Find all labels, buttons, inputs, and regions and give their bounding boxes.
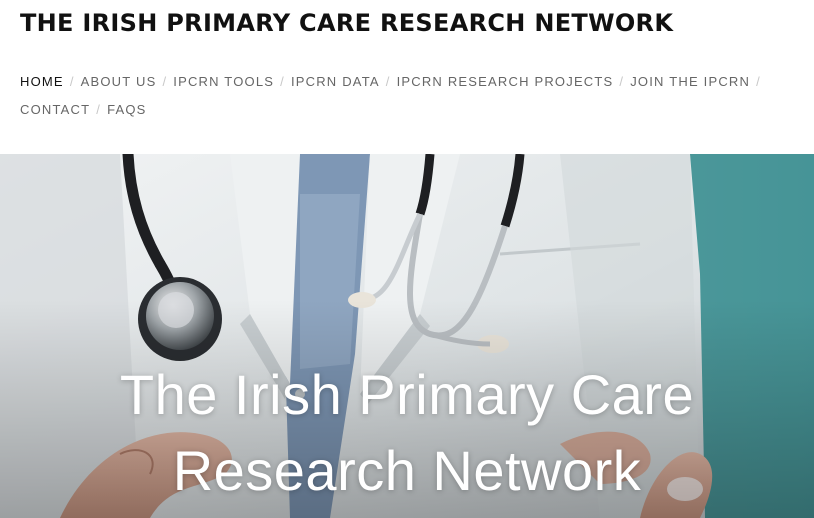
nav-separator: / bbox=[69, 74, 75, 89]
nav-ipcrn-data[interactable]: IPCRN DATA bbox=[291, 74, 380, 89]
hero-banner: The Irish Primary Care Research Network bbox=[0, 154, 814, 518]
nav-separator: / bbox=[280, 74, 285, 89]
nav-about-us[interactable]: ABOUT US bbox=[81, 74, 157, 89]
nav-ipcrn-tools[interactable]: IPCRN TOOLS bbox=[173, 74, 274, 89]
nav-separator: / bbox=[619, 74, 625, 89]
nav-separator: / bbox=[162, 74, 168, 89]
nav-separator: / bbox=[96, 102, 102, 117]
nav-separator: / bbox=[756, 74, 761, 89]
nav-contact[interactable]: CONTACT bbox=[20, 102, 90, 117]
nav-faqs[interactable]: FAQS bbox=[107, 102, 146, 117]
nav-join-the-ipcrn[interactable]: JOIN THE IPCRN bbox=[630, 74, 750, 89]
nav-home[interactable]: HOME bbox=[20, 74, 64, 89]
main-nav: HOME / ABOUT US / IPCRN TOOLS / IPCRN DATA / IPC… bbox=[20, 68, 780, 124]
site-header: THE IRISH PRIMARY CARE RESEARCH NETWORK … bbox=[0, 0, 814, 154]
site-title[interactable]: THE IRISH PRIMARY CARE RESEARCH NETWORK bbox=[20, 9, 673, 37]
hero-title-line-2: Research Network bbox=[172, 439, 642, 502]
hero-title-line-1: The Irish Primary Care bbox=[119, 363, 695, 426]
nav-ipcrn-research-projects[interactable]: IPCRN RESEARCH PROJECTS bbox=[397, 74, 614, 89]
nav-separator: / bbox=[385, 74, 391, 89]
hero-title: The Irish Primary Care Research Network bbox=[0, 357, 814, 509]
